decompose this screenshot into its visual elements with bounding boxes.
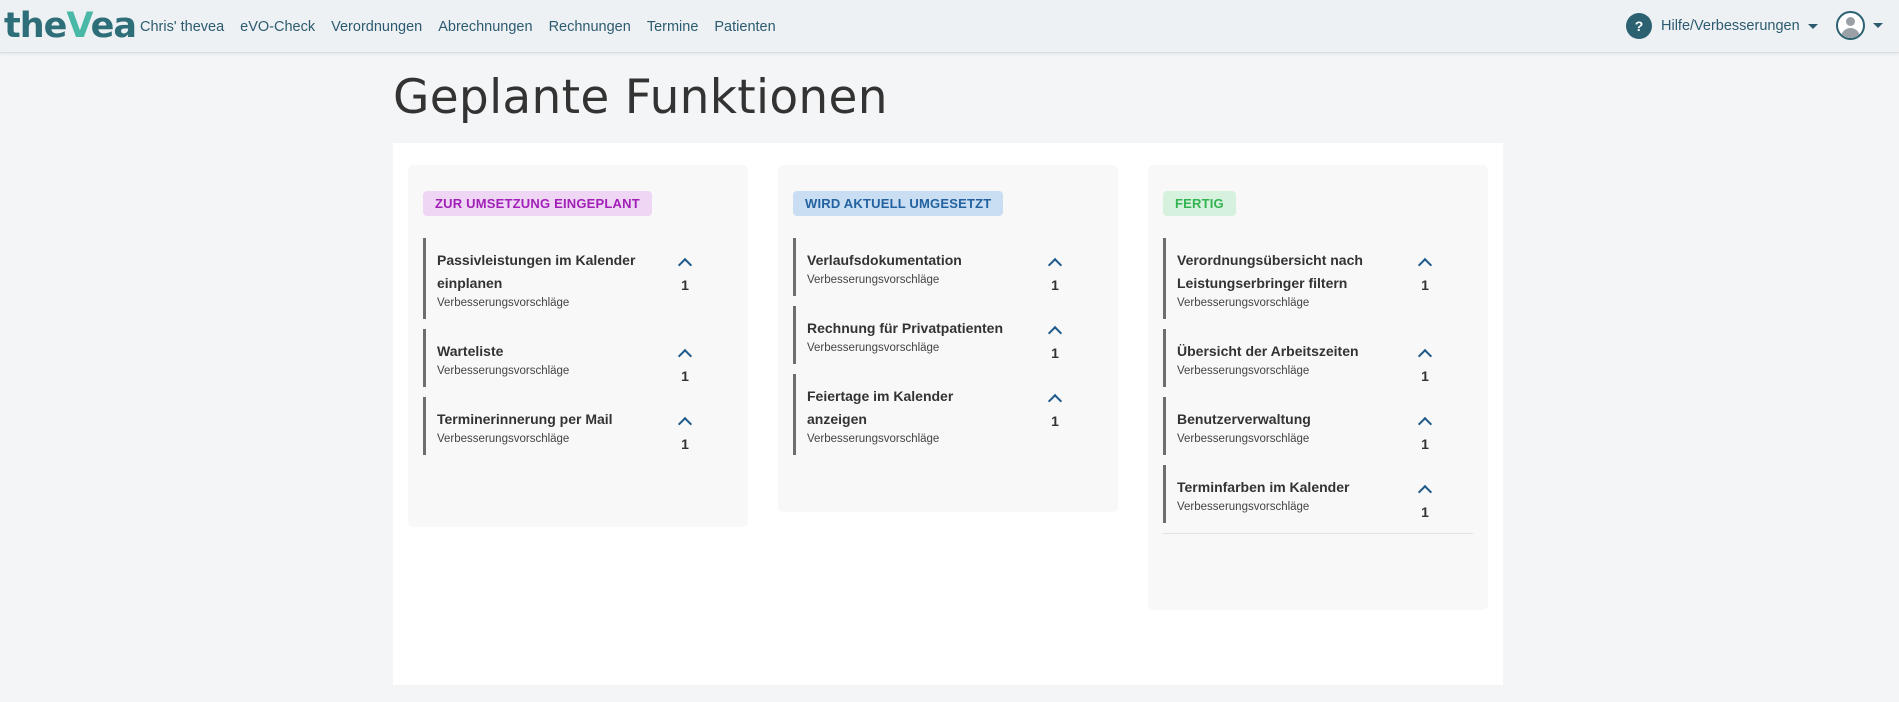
column-divider <box>1163 533 1473 534</box>
chevron-up-icon <box>1047 257 1063 273</box>
chevron-up-icon <box>1047 325 1063 341</box>
question-icon: ? <box>1626 13 1652 39</box>
top-navbar: theVea Chris' thevea eVO-Check Verordnun… <box>0 0 1899 53</box>
chevron-up-icon <box>677 416 693 432</box>
chevron-up-icon <box>677 348 693 364</box>
upvote-button[interactable]: 1 <box>1414 346 1436 384</box>
nav-link-evo-check[interactable]: eVO-Check <box>240 19 315 35</box>
feature-card[interactable]: Verlaufsdokumentation Verbesserungsvorsc… <box>793 238 1103 296</box>
upvote-button[interactable]: 1 <box>1414 482 1436 520</box>
chevron-up-icon <box>1417 416 1433 432</box>
feature-card[interactable]: Terminerinnerung per Mail Verbesserungsv… <box>423 397 733 455</box>
upvote-button[interactable]: 1 <box>674 414 696 452</box>
help-label: Hilfe/Verbesserungen <box>1661 18 1800 34</box>
vote-count: 1 <box>681 436 689 452</box>
feature-title: Feiertage im Kalender anzeigen <box>807 388 954 427</box>
upvote-button[interactable]: 1 <box>674 255 696 293</box>
upvote-button[interactable]: 1 <box>1044 323 1066 361</box>
vote-count: 1 <box>1051 345 1059 361</box>
feature-card[interactable]: Verordnungsübersicht nach Leistungserbri… <box>1163 238 1473 319</box>
vote-count: 1 <box>1421 436 1429 452</box>
column-done: FERTIG Verordnungsübersicht nach Leistun… <box>1148 165 1488 610</box>
column-in-progress: WIRD AKTUELL UMGESETZT Verlaufsdokumenta… <box>778 165 1118 512</box>
nav-link-rechnungen[interactable]: Rechnungen <box>549 19 631 35</box>
upvote-button[interactable]: 1 <box>1414 255 1436 293</box>
feature-card[interactable]: Benutzerverwaltung Verbesserungsvorschlä… <box>1163 397 1473 455</box>
feature-title: Übersicht der Arbeitszeiten <box>1177 343 1359 359</box>
upvote-button[interactable]: 1 <box>674 346 696 384</box>
chevron-up-icon <box>1417 484 1433 500</box>
main-nav: Chris' thevea eVO-Check Verordnungen Abr… <box>140 0 792 53</box>
vote-count: 1 <box>681 368 689 384</box>
feature-card[interactable]: Passivleistungen im Kalender einplanen V… <box>423 238 733 319</box>
feature-category: Verbesserungsvorschläge <box>807 433 940 445</box>
vote-count: 1 <box>1421 504 1429 520</box>
avatar-icon <box>1836 10 1865 40</box>
page-title: Geplante Funktionen <box>393 70 888 125</box>
upvote-button[interactable]: 1 <box>1044 255 1066 293</box>
feature-card[interactable]: Übersicht der Arbeitszeiten Verbesserung… <box>1163 329 1473 387</box>
chevron-up-icon <box>677 257 693 273</box>
chevron-down-icon <box>1807 23 1818 29</box>
feature-title: Terminerinnerung per Mail <box>437 411 613 427</box>
feature-title: Passivleistungen im Kalender einplanen <box>437 252 636 291</box>
feature-title: Rechnung für Privatpatienten <box>807 320 1004 336</box>
feature-category: Verbesserungsvorschläge <box>1177 297 1310 309</box>
feature-card[interactable]: Warteliste Verbesserungsvorschläge 1 <box>423 329 733 387</box>
nav-link-verordnungen[interactable]: Verordnungen <box>331 19 422 35</box>
chevron-up-icon <box>1417 348 1433 364</box>
help-dropdown[interactable]: ? Hilfe/Verbesserungen <box>1626 13 1818 39</box>
feature-title: Terminfarben im Kalender <box>1177 479 1350 495</box>
nav-link-abrechnungen[interactable]: Abrechnungen <box>438 19 532 35</box>
chevron-up-icon <box>1417 257 1433 273</box>
nav-link-patienten[interactable]: Patienten <box>714 19 775 35</box>
logo-text-the: the <box>4 6 67 46</box>
logo-text-ea: ea <box>90 6 137 46</box>
user-menu[interactable] <box>1836 10 1883 40</box>
vote-count: 1 <box>1051 277 1059 293</box>
logo-text-v: V <box>66 6 91 46</box>
vote-count: 1 <box>1051 413 1059 429</box>
status-badge: FERTIG <box>1163 191 1236 216</box>
vote-count: 1 <box>1421 277 1429 293</box>
column-planned: ZUR UMSETZUNG EINGEPLANT Passivleistunge… <box>408 165 748 527</box>
feature-card[interactable]: Feiertage im Kalender anzeigen Verbesser… <box>793 374 1103 455</box>
roadmap-board: ZUR UMSETZUNG EINGEPLANT Passivleistunge… <box>393 143 1503 685</box>
feature-title: Verlaufsdokumentation <box>807 252 962 268</box>
feature-title: Verordnungsübersicht nach Leistungserbri… <box>1177 252 1363 291</box>
vote-count: 1 <box>1421 368 1429 384</box>
feature-title: Warteliste <box>437 343 504 359</box>
chevron-down-icon <box>1873 22 1883 28</box>
vote-count: 1 <box>681 277 689 293</box>
status-badge: ZUR UMSETZUNG EINGEPLANT <box>423 191 652 216</box>
nav-link-termine[interactable]: Termine <box>647 19 699 35</box>
upvote-button[interactable]: 1 <box>1414 414 1436 452</box>
upvote-button[interactable]: 1 <box>1044 391 1066 429</box>
status-badge: WIRD AKTUELL UMGESETZT <box>793 191 1004 216</box>
feature-title: Benutzerverwaltung <box>1177 411 1311 427</box>
feature-category: Verbesserungsvorschläge <box>437 297 570 309</box>
chevron-up-icon <box>1047 393 1063 409</box>
thevea-logo[interactable]: theVea <box>4 6 137 46</box>
feature-card[interactable]: Rechnung für Privatpatienten Verbesserun… <box>793 306 1103 364</box>
feature-card[interactable]: Terminfarben im Kalender Verbesserungsvo… <box>1163 465 1473 523</box>
nav-link-chris-thevea[interactable]: Chris' thevea <box>140 19 224 35</box>
